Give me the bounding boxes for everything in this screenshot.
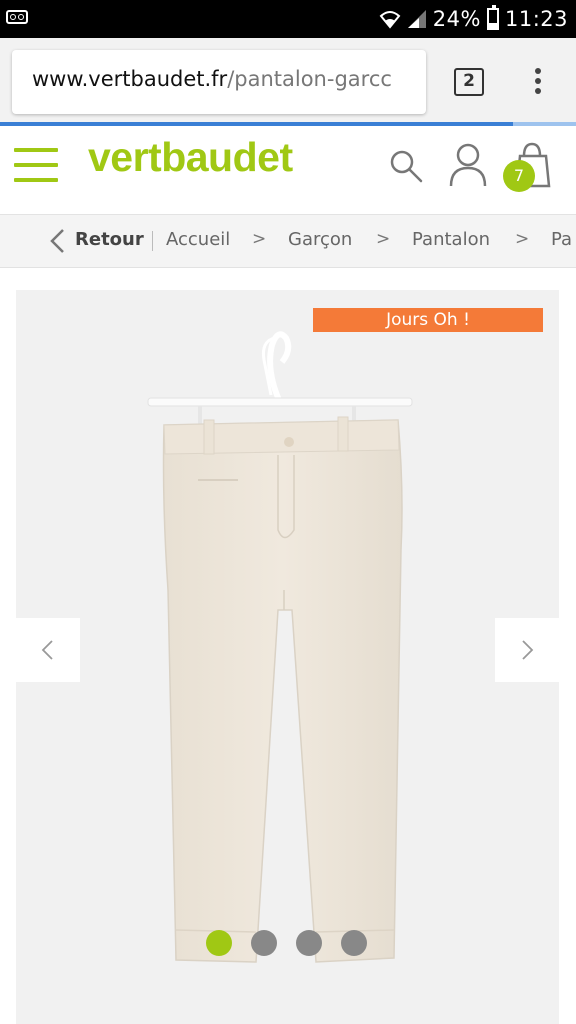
gallery-dot[interactable] [296, 930, 322, 956]
breadcrumb-item-garcon[interactable]: Garçon [288, 229, 352, 250]
chevron-left-icon [41, 640, 53, 660]
gallery-next-button[interactable] [495, 618, 559, 682]
cart-count-badge[interactable]: 7 [503, 160, 535, 192]
gallery-dot[interactable] [341, 930, 367, 956]
user-icon[interactable] [448, 142, 488, 188]
site-header: vertbaudet 7 [0, 126, 576, 215]
promo-badge: Jours Oh ! [313, 308, 543, 332]
breadcrumb-divider [152, 231, 153, 251]
gallery-dot[interactable] [206, 930, 232, 956]
breadcrumb-separator: > [515, 229, 530, 249]
status-right: 24% 11:23 [379, 4, 568, 34]
gallery-prev-button[interactable] [16, 618, 80, 682]
more-vert-icon[interactable] [530, 68, 546, 98]
wifi-icon [379, 11, 401, 29]
search-icon[interactable] [388, 148, 424, 184]
breadcrumb: Retour Accueil > Garçon > Pantalon > Pa [0, 215, 576, 268]
gallery-dot[interactable] [251, 930, 277, 956]
menu-icon[interactable] [14, 148, 58, 182]
url-host: www.vertbaudet.fr [32, 67, 228, 91]
breadcrumb-back[interactable]: Retour [75, 229, 144, 250]
breadcrumb-item-accueil[interactable]: Accueil [166, 229, 230, 250]
breadcrumb-item-pantalon[interactable]: Pantalon [412, 229, 490, 250]
signal-icon [407, 10, 426, 28]
product-gallery[interactable]: Jours Oh ! [16, 290, 559, 1024]
url-bar[interactable]: www.vertbaudet.fr/pantalon-garcc [12, 50, 426, 114]
battery-icon [486, 5, 499, 30]
chevron-left-icon[interactable] [48, 228, 66, 254]
browser-toolbar: www.vertbaudet.fr/pantalon-garcc 2 [0, 38, 576, 124]
status-bar: 24% 11:23 [0, 0, 576, 38]
tabs-icon[interactable]: 2 [454, 68, 484, 96]
site-logo[interactable]: vertbaudet [88, 134, 293, 181]
breadcrumb-separator: > [252, 229, 267, 249]
url-text[interactable]: www.vertbaudet.fr/pantalon-garcc [32, 67, 392, 91]
voicemail-icon [6, 10, 28, 24]
battery-percent: 24% [432, 7, 481, 31]
breadcrumb-item-truncated[interactable]: Pa [551, 229, 572, 250]
product-image[interactable] [16, 290, 559, 1024]
url-path: /pantalon-garcc [227, 67, 392, 91]
chevron-right-icon [522, 640, 534, 660]
breadcrumb-separator: > [376, 229, 391, 249]
clock: 11:23 [504, 7, 568, 31]
